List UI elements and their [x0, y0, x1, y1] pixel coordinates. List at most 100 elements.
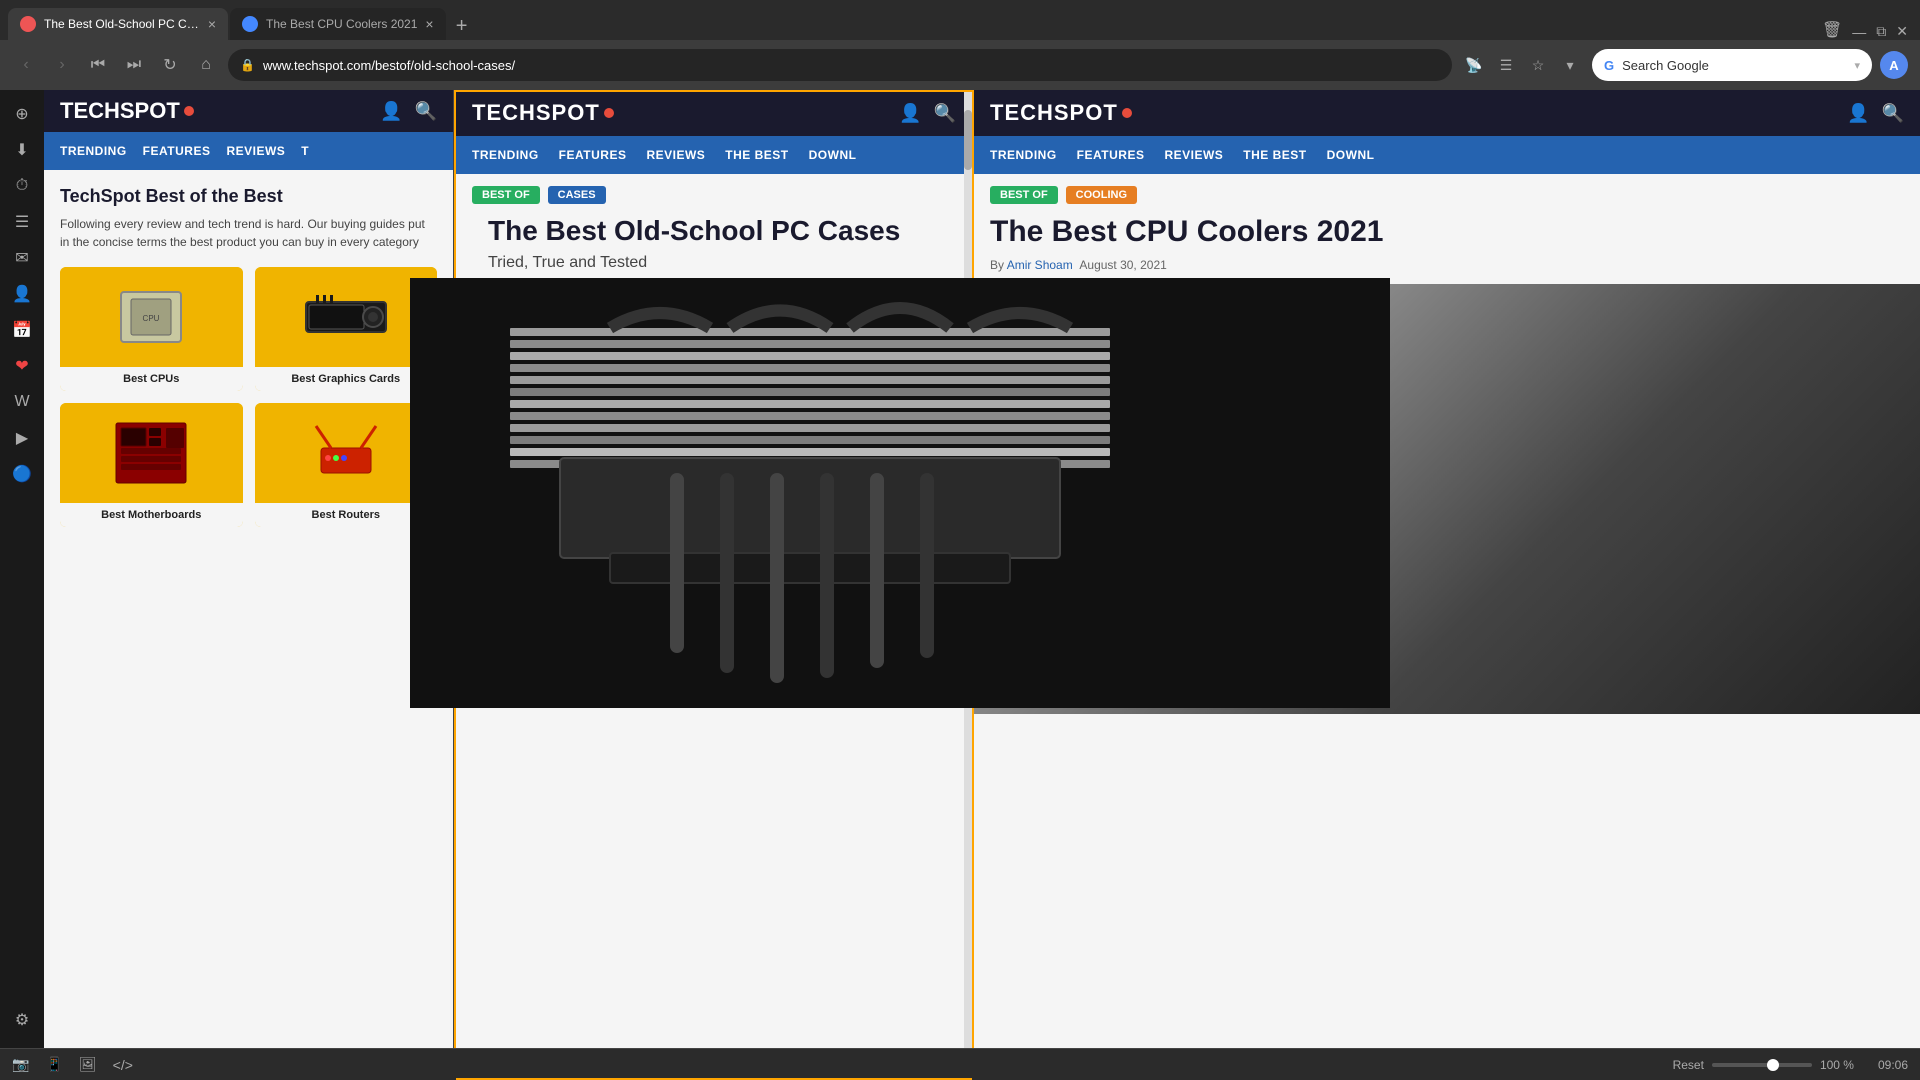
left-page-body: TechSpot Best of the Best Following ever…	[44, 170, 453, 1080]
reset-label[interactable]: Reset	[1673, 1058, 1704, 1072]
first-button[interactable]: ⏮	[84, 51, 112, 79]
right-logo-dot	[1122, 108, 1132, 118]
grid-item-cpus-label: Best CPUs	[60, 367, 243, 391]
search-input-text: Search Google	[1622, 58, 1846, 73]
rss-icon[interactable]: 📡	[1460, 51, 1488, 79]
new-tab-button[interactable]: +	[448, 12, 476, 40]
grid-item-cpus[interactable]: CPU Best CPUs	[60, 267, 243, 391]
zoom-section: Reset 100 %	[1673, 1058, 1854, 1072]
left-nav-features[interactable]: FEATURES	[143, 144, 211, 158]
svg-text:CPU: CPU	[143, 314, 160, 323]
left-logo[interactable]: TECHSPOT	[60, 98, 194, 124]
right-nav-icons: 📡 ☰ ☆ ▾	[1460, 51, 1584, 79]
left-page-description: Following every review and tech trend is…	[60, 215, 437, 251]
tab1-label: The Best Old-School PC Ca...	[44, 17, 200, 31]
right-nav-features[interactable]: FEATURES	[1077, 148, 1145, 162]
sidebar-icon-calendar[interactable]: 📅	[6, 314, 38, 346]
right-article-date: August 30, 2021	[1079, 258, 1166, 272]
mid-article-subtitle: Tried, True and Tested	[472, 254, 956, 272]
right-ts-nav: TRENDING FEATURES REVIEWS THE BEST DOWNL	[974, 136, 1920, 174]
mid-ts-logo[interactable]: TECHSPOT	[472, 100, 614, 126]
back-button[interactable]: ‹	[12, 51, 40, 79]
right-article-title: The Best CPU Coolers 2021	[990, 214, 1904, 250]
sidebar-icon-wikipedia[interactable]: W	[6, 386, 38, 418]
tab-inactive[interactable]: The Best CPU Coolers 2021 ×	[230, 8, 446, 40]
right-nav-reviews[interactable]: REVIEWS	[1164, 148, 1223, 162]
right-article-image	[974, 284, 1920, 714]
trash-icon: 🗑	[1822, 20, 1842, 40]
status-screenshot-icon[interactable]: 📷	[12, 1056, 29, 1073]
status-tablet-icon[interactable]: 📱	[45, 1056, 62, 1073]
sidebar-icon-settings[interactable]: ⚙	[6, 1004, 38, 1036]
right-search-icon[interactable]: 🔍	[1882, 103, 1904, 124]
right-tag-bestof[interactable]: BEST OF	[990, 186, 1058, 204]
tab-active[interactable]: The Best Old-School PC Ca... ×	[8, 8, 228, 40]
security-icon: 🔒	[240, 58, 255, 72]
mid-nav-down[interactable]: DOWNL	[809, 148, 857, 162]
search-bar[interactable]: G Search Google ▾	[1592, 49, 1872, 81]
right-ts-logo[interactable]: TECHSPOT	[990, 100, 1132, 126]
sidebar-icon-download[interactable]: ⬇	[6, 134, 38, 166]
left-nav-more[interactable]: T	[301, 144, 309, 158]
right-ts-header: TECHSPOT 👤 🔍	[974, 90, 1920, 136]
mid-tag-cases[interactable]: CASES	[548, 186, 606, 204]
mid-ts-header: TECHSPOT 👤 🔍	[456, 90, 972, 136]
right-tag-cooling[interactable]: COOLING	[1066, 186, 1137, 204]
left-user-icon[interactable]: 👤	[380, 101, 402, 122]
tab2-label: The Best CPU Coolers 2021	[266, 17, 417, 31]
mid-tag-bestof[interactable]: BEST OF	[472, 186, 540, 204]
sidebar-icon-pocket[interactable]: ❤	[6, 350, 38, 382]
right-header-icons: 👤 🔍	[1847, 103, 1904, 124]
grid-item-mobo-label: Best Motherboards	[60, 503, 243, 527]
tab1-close[interactable]: ×	[208, 16, 216, 32]
mid-nav-best[interactable]: THE BEST	[725, 148, 788, 162]
sidebar-icon-mail[interactable]: ✉	[6, 242, 38, 274]
time-display: 09:06	[1878, 1058, 1908, 1072]
left-search-icon[interactable]: 🔍	[415, 101, 437, 122]
sidebar-icon-new[interactable]: ⊕	[6, 98, 38, 130]
user-avatar[interactable]: A	[1880, 51, 1908, 79]
right-author-link[interactable]: Amir Shoam	[1007, 258, 1073, 272]
left-nav-reviews[interactable]: REVIEWS	[226, 144, 285, 158]
menu-icon[interactable]: ☰	[1492, 51, 1520, 79]
left-page-heading: TechSpot Best of the Best	[60, 186, 437, 207]
close-window-icon[interactable]: ✕	[1896, 23, 1908, 40]
right-nav-down[interactable]: DOWNL	[1327, 148, 1375, 162]
zoom-slider[interactable]	[1712, 1063, 1812, 1067]
sidebar-icon-youtube[interactable]: ▶	[6, 422, 38, 454]
mid-article-tags: BEST OF CASES	[472, 186, 956, 204]
sidebar-icon-active[interactable]: 🔵	[6, 458, 38, 490]
right-panel: TECHSPOT 👤 🔍 TRENDING FEATURES REVIEWS T…	[974, 90, 1920, 1080]
left-site-header: TECHSPOT 👤 🔍	[44, 90, 453, 132]
search-dropdown[interactable]: ▾	[1854, 59, 1860, 72]
right-nav-best[interactable]: THE BEST	[1243, 148, 1306, 162]
right-nav-trending[interactable]: TRENDING	[990, 148, 1057, 162]
main-content: ⊕ ⬇ ⏱ ☰ ✉ 👤 📅 ❤ W ▶ 🔵 ⚙ ⊞ TECHSPOT 👤 🔍	[0, 90, 1920, 1080]
left-nav-trending[interactable]: TRENDING	[60, 144, 127, 158]
status-gallery-icon[interactable]: 🖼	[79, 1056, 97, 1073]
sidebar-icon-list[interactable]: ☰	[6, 206, 38, 238]
last-button[interactable]: ⏭	[120, 51, 148, 79]
mid-search-icon[interactable]: 🔍	[934, 103, 956, 124]
right-article-tags: BEST OF COOLING	[990, 186, 1904, 204]
dropdown-icon[interactable]: ▾	[1556, 51, 1584, 79]
sidebar-icon-history[interactable]: ⏱	[6, 170, 38, 202]
maximize-icon[interactable]: ⧉	[1876, 23, 1886, 40]
mid-nav-reviews[interactable]: REVIEWS	[646, 148, 705, 162]
tab2-close[interactable]: ×	[425, 16, 433, 32]
bookmark-icon[interactable]: ☆	[1524, 51, 1552, 79]
address-bar[interactable]: 🔒 www.techspot.com/bestof/old-school-cas…	[228, 49, 1452, 81]
right-user-icon[interactable]: 👤	[1847, 103, 1869, 124]
grid-item-mobo[interactable]: Best Motherboards	[60, 403, 243, 527]
right-article-content: BEST OF COOLING The Best CPU Coolers 202…	[974, 174, 1920, 1080]
left-panel: TECHSPOT 👤 🔍 TRENDING FEATURES REVIEWS T…	[44, 90, 454, 1080]
sidebar-icon-contacts[interactable]: 👤	[6, 278, 38, 310]
status-code-icon[interactable]: </>	[113, 1057, 133, 1073]
mid-user-icon[interactable]: 👤	[899, 103, 921, 124]
mid-nav-trending[interactable]: TRENDING	[472, 148, 539, 162]
minimize-icon[interactable]: —	[1852, 24, 1866, 40]
mid-nav-features[interactable]: FEATURES	[559, 148, 627, 162]
refresh-button[interactable]: ↻	[156, 51, 184, 79]
home-button[interactable]: ⌂	[192, 51, 220, 79]
forward-button[interactable]: ›	[48, 51, 76, 79]
